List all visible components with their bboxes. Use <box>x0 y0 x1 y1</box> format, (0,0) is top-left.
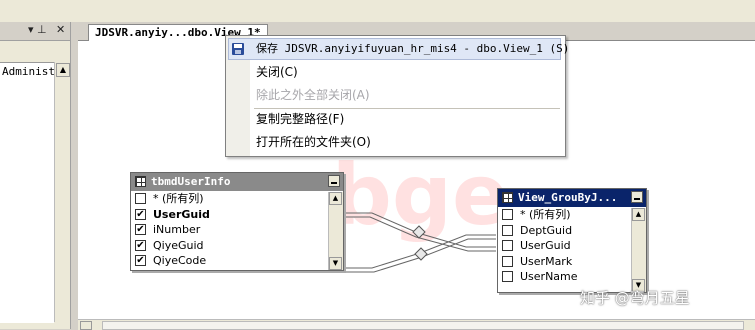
column-checkbox[interactable] <box>502 224 513 236</box>
horizontal-scrollbar[interactable] <box>78 319 755 330</box>
scroll-down-icon[interactable]: ▼ <box>329 257 342 270</box>
object-tree[interactable]: Administr <box>0 62 54 323</box>
table-scrollbar[interactable]: ▲ ▼ <box>328 192 343 270</box>
column-list: * (所有列) DeptGuid UserGuid UserMark UserName <box>498 207 646 285</box>
tree-item[interactable]: Administr <box>0 63 54 78</box>
table-title-bar[interactable]: View_GrouByJ... <box>498 189 646 207</box>
window-top-strip <box>0 0 755 22</box>
table-scrollbar[interactable]: ▲ ▼ <box>631 208 646 292</box>
column-row[interactable]: UserMark <box>498 254 646 270</box>
column-name: iNumber <box>153 223 201 236</box>
column-checkbox[interactable]: ✔ <box>135 208 146 220</box>
column-name: UserGuid <box>153 207 210 221</box>
menu-item-close[interactable]: 关闭(C) <box>256 61 298 83</box>
table-grid-icon <box>135 176 146 187</box>
column-checkbox[interactable] <box>502 271 513 282</box>
table-view-groupby[interactable]: View_GrouByJ... * (所有列) DeptGuid UserGuid U… <box>497 188 647 293</box>
column-checkbox[interactable] <box>502 209 513 220</box>
column-row[interactable]: ✔ QiyeGuid <box>131 238 343 254</box>
column-row[interactable]: UserName <box>498 269 646 285</box>
column-row[interactable]: ✔ UserGuid <box>131 207 343 223</box>
column-row[interactable]: DeptGuid <box>498 223 646 239</box>
column-name: UserName <box>520 270 578 283</box>
column-row[interactable]: * (所有列) <box>131 191 343 207</box>
minimize-icon[interactable] <box>631 191 643 203</box>
minimize-icon[interactable] <box>328 175 340 187</box>
table-title-bar[interactable]: tbmdUserInfo <box>131 173 343 191</box>
column-name: * (所有列) <box>153 192 204 205</box>
table-title: View_GrouByJ... <box>518 191 618 204</box>
watermark-credit: 知乎 @弯月五星 <box>580 289 690 307</box>
column-name: QiyeGuid <box>153 238 204 252</box>
column-checkbox[interactable]: ✔ <box>135 255 146 266</box>
column-name: * (所有列) <box>520 208 571 221</box>
menu-item-save[interactable]: 保存 JDSVR.anyiyifuyuan_hr_mis4 - dbo.View… <box>256 38 569 60</box>
column-checkbox[interactable] <box>502 240 513 251</box>
scroll-up-icon[interactable]: ▲ <box>56 63 70 77</box>
column-checkbox[interactable]: ✔ <box>135 224 146 235</box>
panel-header: ▾ ⊥ ✕ <box>0 22 70 41</box>
column-checkbox[interactable] <box>502 255 513 267</box>
menu-item-copy-full-path[interactable]: 复制完整路径(F) <box>256 108 344 130</box>
table-title: tbmdUserInfo <box>151 175 231 188</box>
menu-item-close-all-but-this[interactable]: 除此之外全部关闭(A) <box>256 84 370 106</box>
tab-context-menu: 保存 JDSVR.anyiyifuyuan_hr_mis4 - dbo.View… <box>225 35 569 157</box>
table-tbmduserinfo[interactable]: tbmdUserInfo * (所有列) ✔ UserGuid ✔ iNumber ✔ Qi… <box>130 172 344 271</box>
column-list: * (所有列) ✔ UserGuid ✔ iNumber ✔ QiyeGuid ✔ QiyeCo… <box>131 191 343 269</box>
object-explorer-panel: ▾ ⊥ ✕ Administr ▲ <box>0 22 71 329</box>
column-name: UserGuid <box>520 239 571 252</box>
column-name: DeptGuid <box>520 223 573 237</box>
scroll-up-icon[interactable]: ▲ <box>632 208 645 221</box>
menu-item-open-containing-folder[interactable]: 打开所在的文件夹(O) <box>256 131 371 153</box>
column-checkbox[interactable] <box>135 193 146 204</box>
column-row[interactable]: ✔ QiyeCode <box>131 253 343 269</box>
close-icon[interactable]: ✕ <box>56 23 65 36</box>
panel-scrollbar[interactable]: ▲ <box>54 62 70 322</box>
column-row[interactable]: UserGuid <box>498 238 646 254</box>
column-row[interactable]: ✔ iNumber <box>131 222 343 238</box>
column-checkbox[interactable]: ✔ <box>135 239 146 251</box>
save-icon <box>232 43 244 55</box>
view-icon <box>502 192 513 203</box>
column-name: QiyeCode <box>153 254 207 267</box>
scroll-up-icon[interactable]: ▲ <box>329 192 342 205</box>
column-row[interactable]: * (所有列) <box>498 207 646 223</box>
column-name: UserMark <box>520 254 573 268</box>
pin-icon[interactable]: ▾ ⊥ <box>28 23 47 36</box>
